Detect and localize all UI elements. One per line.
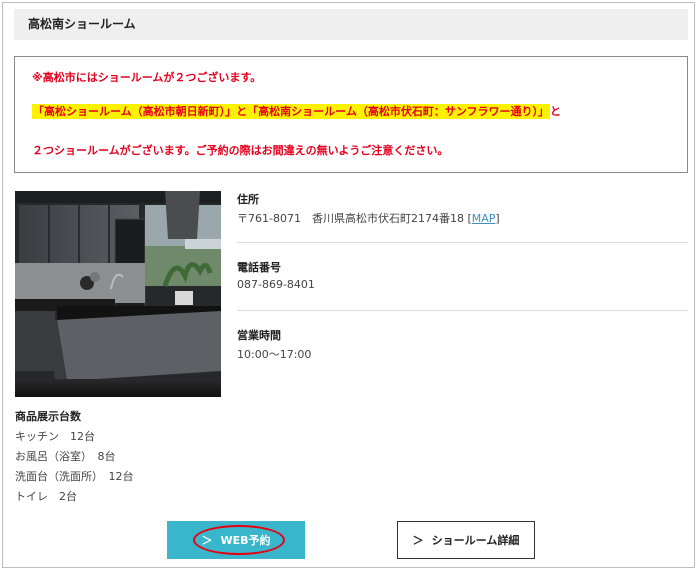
showroom-detail-button[interactable]: ＞ ショールーム詳細 <box>397 521 535 559</box>
notice-line-3: ２つショールームがございます。ご予約の際はお間違えの無いようご注意ください。 <box>32 144 449 157</box>
web-reserve-button[interactable]: ＞ WEB予約 <box>167 521 305 559</box>
showroom-kitchen-image <box>15 191 221 397</box>
address-text: 〒761-8071 香川県高松市伏石町2174番18 <box>237 212 464 225</box>
hours-value: 10:00〜17:00 <box>237 348 312 361</box>
map-link[interactable]: MAP <box>472 212 496 225</box>
map-bracket-close: ] <box>495 212 500 225</box>
count-item-kitchen: キッチン 12台 <box>15 430 95 443</box>
product-counts: 商品展示台数 キッチン 12台 お風呂（浴室） 8台 洗面台（洗面所） 12台 … <box>15 407 134 507</box>
page-title: 高松南ショールーム <box>14 9 688 40</box>
count-item-bath: お風呂（浴室） 8台 <box>15 450 116 463</box>
hours-label: 営業時間 <box>237 329 281 342</box>
chevron-right-icon: ＞ <box>412 534 424 547</box>
highlight-circle <box>193 525 285 555</box>
notice-line-2: 「高松ショールーム（高松市朝日新町）」と「高松南ショールーム（高松市伏石町：サン… <box>32 103 561 119</box>
notice-highlight: 「高松ショールーム（高松市朝日新町）」と「高松南ショールーム（高松市伏石町：サン… <box>32 104 551 119</box>
product-counts-heading: 商品展示台数 <box>15 410 81 423</box>
showroom-photo <box>15 191 221 397</box>
phone-label: 電話番号 <box>237 261 281 274</box>
address-label: 住所 <box>237 193 259 206</box>
notice-line-1: ※高松市にはショールームが２つございます。 <box>32 71 262 84</box>
notice-box: ※高松市にはショールームが２つございます。 「高松ショールーム（高松市朝日新町）… <box>14 56 688 173</box>
notice-line-2-tail: と <box>550 105 562 118</box>
address-value: 〒761-8071 香川県高松市伏石町2174番18 [MAP] <box>237 210 500 226</box>
divider <box>237 242 688 243</box>
count-item-washstand: 洗面台（洗面所） 12台 <box>15 470 134 483</box>
divider <box>237 310 688 311</box>
phone-value: 087-869-8401 <box>237 278 315 291</box>
count-item-toilet: トイレ 2台 <box>15 490 77 503</box>
showroom-detail-label: ショールーム詳細 <box>431 534 520 547</box>
